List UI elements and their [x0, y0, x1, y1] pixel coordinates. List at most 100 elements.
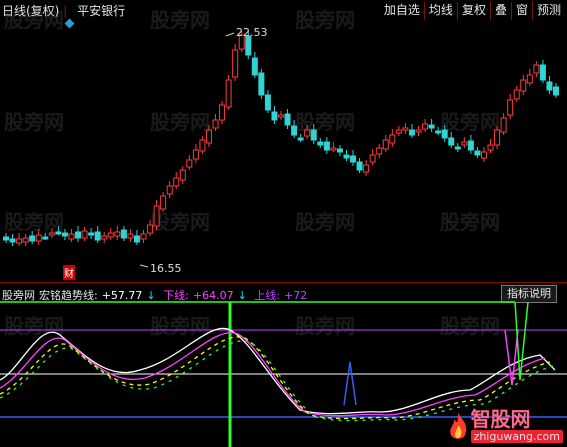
candle-body — [120, 229, 127, 239]
moving-average-button[interactable]: 均线 — [423, 2, 457, 20]
candle-body — [323, 141, 330, 151]
brand-logo: 智股网 zhiguwang.com — [445, 408, 563, 443]
candle-body — [140, 233, 147, 240]
candle-body — [219, 104, 226, 121]
candle-body — [173, 177, 180, 187]
candle-body — [179, 169, 186, 181]
candle-body — [133, 235, 140, 243]
candle-body — [22, 237, 29, 243]
high-pointer — [225, 32, 235, 37]
window-button[interactable]: 窗 — [510, 2, 532, 20]
candle-body — [94, 231, 101, 241]
candle-body — [408, 129, 415, 136]
candle-body — [186, 159, 193, 168]
candle-body — [474, 150, 481, 156]
forecast-button[interactable]: 预测 — [531, 2, 565, 20]
financial-report-flag[interactable]: 财 — [63, 265, 75, 280]
candle-body — [81, 230, 88, 239]
candle-body — [317, 141, 324, 146]
candle-body — [487, 144, 494, 151]
candle-body — [42, 236, 49, 240]
candle-body — [533, 64, 540, 74]
candle-body — [199, 139, 206, 152]
candle-body — [153, 205, 160, 227]
candle-body — [382, 139, 389, 150]
candle-body — [350, 155, 357, 163]
candle-body — [61, 232, 68, 237]
candle-body — [101, 235, 108, 240]
candle-body — [553, 86, 559, 96]
candle-body — [389, 134, 396, 144]
candle-body — [107, 232, 114, 238]
high-price-label: 22.53 — [236, 26, 268, 39]
overlay-button[interactable]: 叠 — [489, 2, 511, 20]
candle-body — [402, 127, 409, 131]
candle-body — [448, 137, 455, 146]
candle-body — [343, 154, 350, 159]
flame-icon — [449, 412, 466, 439]
candle-body — [192, 149, 199, 160]
candle-body — [369, 154, 376, 163]
candle-body — [513, 89, 520, 100]
spike-blue — [343, 361, 357, 406]
candle-body — [160, 195, 167, 210]
candle-body — [48, 232, 55, 236]
candle-body — [415, 129, 422, 133]
candle-body — [310, 129, 317, 141]
candle-body — [356, 161, 363, 171]
candle-body — [232, 49, 239, 78]
candle-body — [363, 164, 370, 173]
toolbar-buttons: 加自选 均线 复权 叠 窗 预测 — [380, 2, 565, 20]
stock-name: 平安银行 — [77, 4, 126, 18]
candle-body — [330, 147, 337, 151]
add-favorite-button[interactable]: 加自选 — [380, 2, 424, 20]
candle-body — [225, 79, 232, 108]
candle-body — [114, 231, 121, 237]
candle-body — [526, 74, 533, 84]
candle-body — [29, 235, 36, 242]
candle-body — [55, 231, 62, 235]
candle-body — [75, 231, 82, 239]
candle-body — [461, 141, 468, 146]
candle-body — [507, 99, 514, 116]
candle-body — [494, 129, 501, 146]
candle-body — [395, 129, 402, 134]
brand-url: zhiguwang.com — [470, 430, 563, 443]
candle-body — [336, 148, 343, 153]
candle-body — [539, 64, 546, 81]
candle-body — [127, 233, 134, 239]
spike-magenta — [504, 329, 519, 386]
spike-green — [514, 301, 529, 381]
candle-body — [35, 234, 42, 242]
candle-body — [271, 111, 278, 121]
candle-body — [251, 57, 258, 76]
candle-body — [376, 147, 383, 155]
candle-body — [454, 146, 461, 150]
brand-name: 智股网 — [470, 407, 531, 431]
candle-body — [467, 140, 474, 151]
candle-body — [68, 233, 75, 240]
low-pointer — [139, 264, 149, 268]
candle-body — [16, 238, 23, 244]
candle-body — [212, 119, 219, 129]
candle-body — [441, 129, 448, 139]
candle-body — [3, 236, 9, 241]
candle-body — [166, 185, 173, 195]
candle-body — [435, 130, 442, 134]
candle-body — [297, 137, 304, 141]
candle-body — [520, 79, 527, 92]
candle-body — [480, 151, 487, 159]
candle-body — [258, 72, 265, 96]
low-price-label: 16.55 — [150, 262, 182, 275]
candle-body — [422, 123, 429, 130]
panel-divider — [0, 282, 567, 283]
candle-body — [284, 113, 291, 126]
candle-body — [291, 125, 298, 136]
candle-body — [264, 94, 271, 111]
candle-body — [205, 129, 212, 144]
candlestick-chart[interactable]: 22.53 16.55 — [0, 20, 567, 282]
candle-body — [9, 238, 16, 243]
candle-body — [88, 232, 95, 236]
candle-body — [500, 117, 507, 133]
price-adjust-button[interactable]: 复权 — [456, 2, 490, 20]
